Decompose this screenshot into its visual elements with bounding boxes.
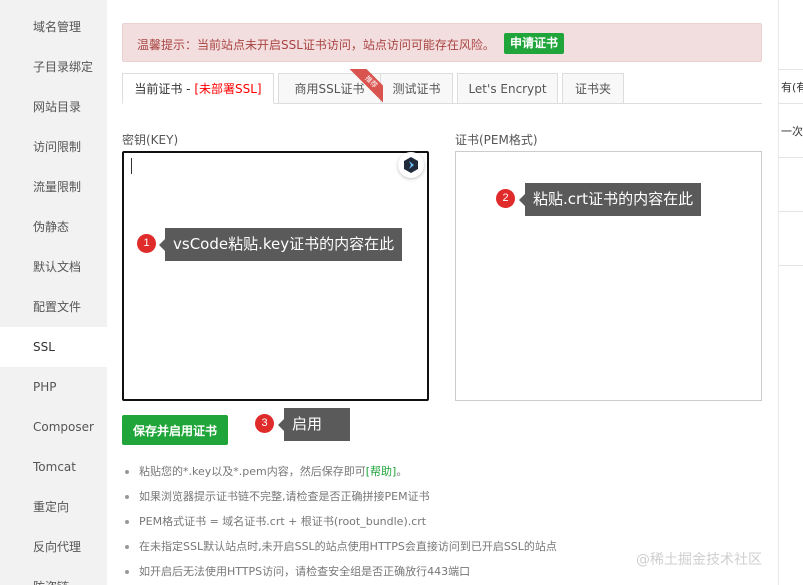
watermark: @稀土掘金技术社区 xyxy=(636,552,762,568)
ssl-warning-alert: 温馨提示：当前站点未开启SSL证书访问，站点访问可能存在风险。 申请证书 xyxy=(122,23,762,62)
tip-item: 粘贴您的*.key以及*.pem内容，然后保存即可[帮助]。 xyxy=(125,463,745,488)
divider xyxy=(779,265,803,266)
sidebar-item-traffic-limit[interactable]: 流量限制 xyxy=(0,167,107,207)
tip-1-suffix: 。 xyxy=(396,465,408,478)
recommend-ribbon-text: 推荐 xyxy=(349,69,383,103)
callout-enable: 启用 xyxy=(278,408,350,441)
sidebar-item-site-dir[interactable]: 网站目录 xyxy=(0,87,107,127)
sidebar: 域名管理 子目录绑定 网站目录 访问限制 流量限制 伪静态 默认文档 配置文件 … xyxy=(0,0,107,585)
marker-3: 3 xyxy=(255,414,274,433)
sidebar-item-rewrite[interactable]: 伪静态 xyxy=(0,207,107,247)
tab-cert-folder[interactable]: 证书夹 xyxy=(562,73,624,104)
sidebar-item-config[interactable]: 配置文件 xyxy=(0,287,107,327)
sidebar-item-default-doc[interactable]: 默认文档 xyxy=(0,247,107,287)
callout-paste-crt: 粘贴.crt证书的内容在此 xyxy=(518,183,702,216)
sidebar-item-composer[interactable]: Composer xyxy=(0,407,107,447)
tab-current-cert-label: 当前证书 - xyxy=(134,82,195,96)
cert-label: 证书(PEM格式) xyxy=(455,133,538,147)
background-text: 有(有个 xyxy=(781,81,803,94)
apply-cert-button[interactable]: 申请证书 xyxy=(504,33,565,54)
tip-1-text: 粘贴您的*.key以及*.pem内容，然后保存即可 xyxy=(139,465,366,478)
callout-paste-key: vsCode粘贴.key证书的内容在此 xyxy=(158,228,403,261)
sidebar-item-reverse-proxy[interactable]: 反向代理 xyxy=(0,527,107,567)
tab-current-cert[interactable]: 当前证书 - [未部署SSL] xyxy=(122,73,274,104)
divider xyxy=(779,211,803,212)
tip-item: PEM格式证书 = 域名证书.crt + 根证书(root_bundle).cr… xyxy=(125,513,745,538)
save-enable-cert-button[interactable]: 保存并启用证书 xyxy=(122,415,228,445)
key-textarea[interactable] xyxy=(122,151,429,401)
background-text: 一次证 xyxy=(781,125,803,138)
sidebar-item-hotlink[interactable]: 防盗链 xyxy=(0,567,107,585)
sidebar-item-ssl[interactable]: SSL xyxy=(0,327,107,367)
key-label: 密钥(KEY) xyxy=(122,133,179,147)
sidebar-item-tomcat[interactable]: Tomcat xyxy=(0,447,107,487)
divider xyxy=(779,103,803,104)
alert-text: 温馨提示：当前站点未开启SSL证书访问，站点访问可能存在风险。 xyxy=(137,38,495,52)
help-link[interactable]: [帮助] xyxy=(366,465,397,478)
tab-test-cert[interactable]: 测试证书 xyxy=(380,73,453,104)
background-page-edge: 有(有个 一次证 xyxy=(778,0,803,585)
extension-icon[interactable] xyxy=(398,152,424,178)
cert-tabs: 当前证书 - [未部署SSL] 商用SSL证书 测试证书 Let's Encry… xyxy=(122,73,762,104)
tab-lets-encrypt[interactable]: Let's Encrypt xyxy=(457,73,558,104)
divider xyxy=(779,157,803,158)
tip-item: 如果浏览器提示证书链不完整,请检查是否正确拼接PEM证书 xyxy=(125,488,745,513)
sidebar-item-access-limit[interactable]: 访问限制 xyxy=(0,127,107,167)
ssl-panel: 温馨提示：当前站点未开启SSL证书访问，站点访问可能存在风险。 申请证书 当前证… xyxy=(107,0,778,585)
sidebar-item-php[interactable]: PHP xyxy=(0,367,107,407)
extension-glyph xyxy=(404,157,418,173)
sidebar-item-domain[interactable]: 域名管理 xyxy=(0,7,107,47)
marker-1: 1 xyxy=(137,234,156,253)
text-caret xyxy=(131,158,132,174)
sidebar-item-redirect[interactable]: 重定向 xyxy=(0,487,107,527)
recommend-ribbon: 推荐 xyxy=(347,69,383,103)
divider xyxy=(779,69,803,70)
ssl-status-warning: [未部署SSL] xyxy=(194,82,262,96)
sidebar-item-subdir[interactable]: 子目录绑定 xyxy=(0,47,107,87)
marker-2: 2 xyxy=(496,189,515,208)
